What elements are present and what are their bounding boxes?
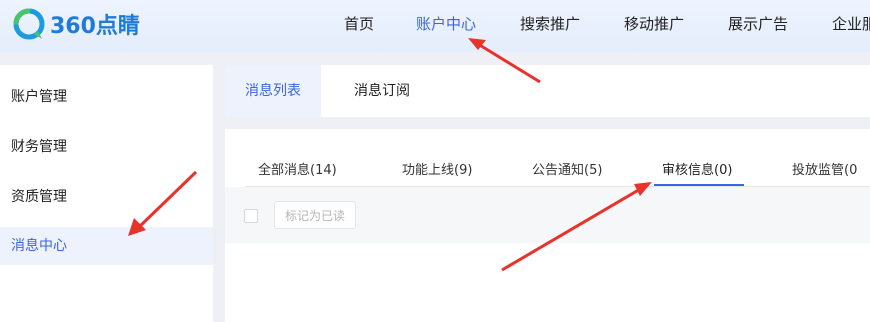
top-navigation-bar: 360点睛 首页 账户中心 搜索推广 移动推广 展示广告 企业服 [0, 0, 870, 52]
360-logo-icon [12, 7, 46, 41]
sidebar-item-qualification-management[interactable]: 资质管理 [0, 178, 213, 216]
sidebar-item-account-management[interactable]: 账户管理 [0, 78, 213, 116]
message-action-row: 标记为已读 [225, 187, 870, 243]
tab-feature-launch[interactable]: 功能上线(9) [402, 159, 472, 178]
tab-message-subscription[interactable]: 消息订阅 [337, 65, 427, 117]
sidebar: 账户管理 财务管理 资质管理 消息中心 [0, 65, 213, 322]
sidebar-item-message-center[interactable]: 消息中心 [0, 227, 213, 265]
nav-search-promotion[interactable]: 搜索推广 [520, 13, 580, 34]
mark-as-read-button[interactable]: 标记为已读 [274, 201, 357, 229]
nav-home[interactable]: 首页 [344, 13, 374, 34]
tab-review-info[interactable]: 审核信息(0) [662, 159, 732, 178]
select-all-checkbox[interactable] [244, 209, 258, 223]
active-tab-indicator [654, 184, 744, 186]
logo[interactable]: 360点睛 [12, 7, 140, 41]
nav-mobile-promotion[interactable]: 移动推广 [624, 13, 684, 34]
sidebar-item-finance-management[interactable]: 财务管理 [0, 128, 213, 166]
tab-all-messages[interactable]: 全部消息(14) [258, 159, 337, 178]
nav-display-ads[interactable]: 展示广告 [728, 13, 788, 34]
message-subtabs: 消息列表 消息订阅 [225, 65, 870, 117]
nav-enterprise-services[interactable]: 企业服 [832, 13, 870, 34]
tab-announcements[interactable]: 公告通知(5) [532, 159, 602, 178]
logo-text: 360点睛 [50, 14, 140, 39]
nav-account-center[interactable]: 账户中心 [416, 13, 476, 34]
tab-message-list[interactable]: 消息列表 [225, 65, 321, 117]
message-list-panel: 全部消息(14) 功能上线(9) 公告通知(5) 审核信息(0) 投放监管(0 … [225, 129, 870, 322]
tab-delivery-supervision[interactable]: 投放监管(0 [792, 159, 857, 178]
